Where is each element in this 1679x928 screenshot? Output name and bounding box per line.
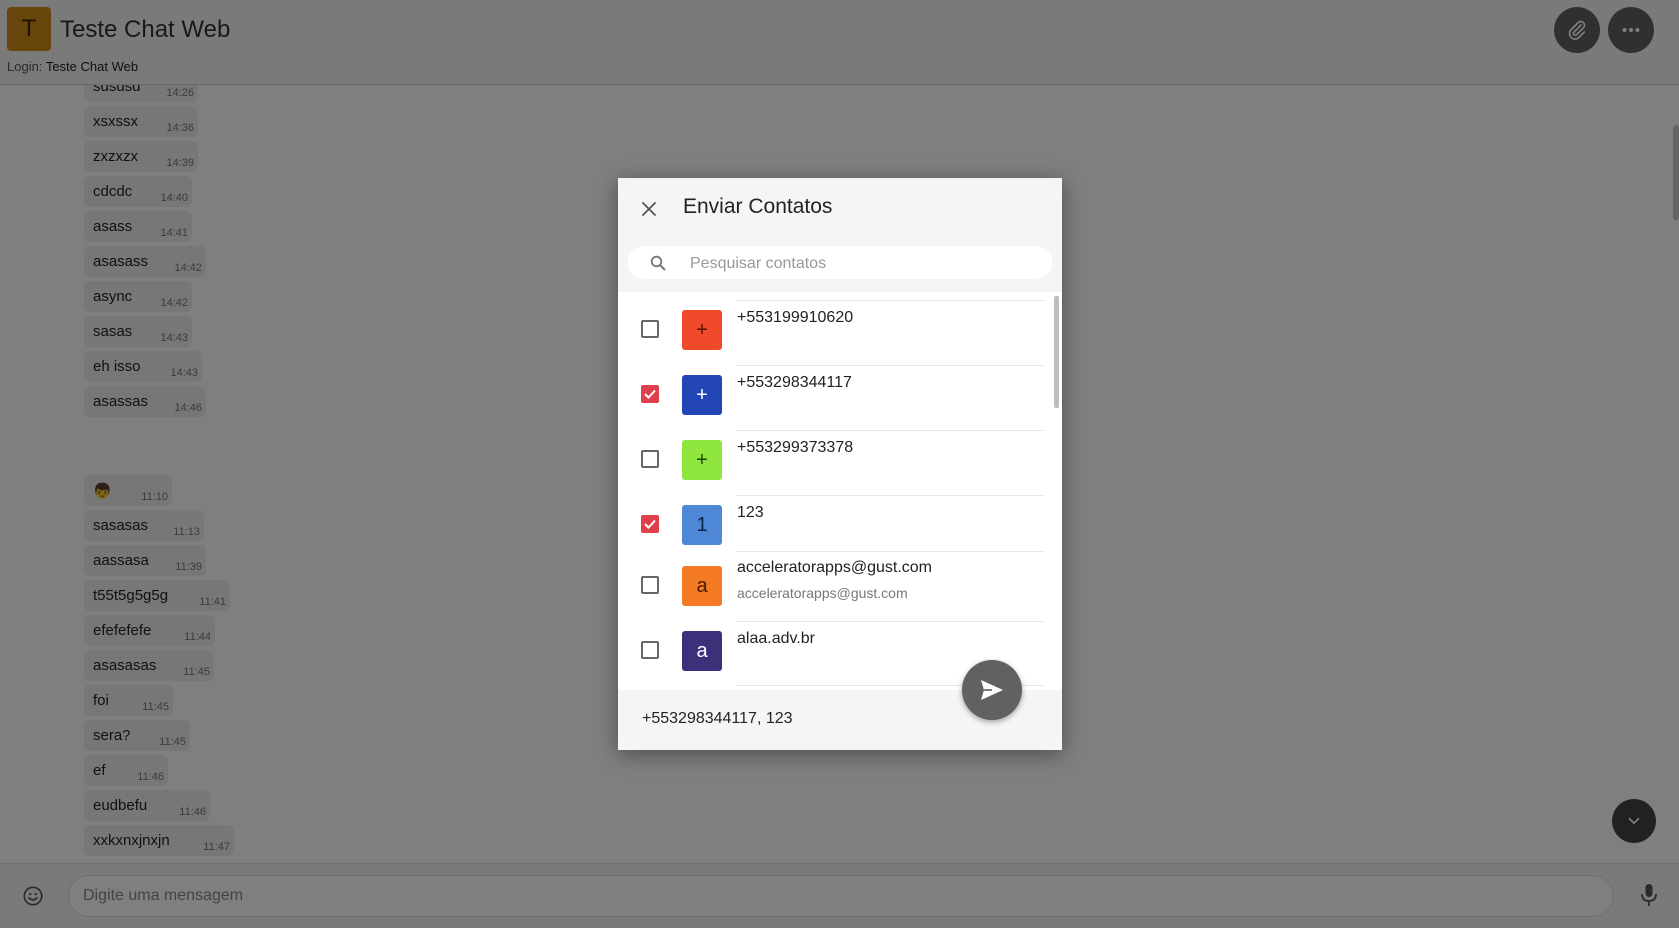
dialog-title: Enviar Contatos — [683, 195, 833, 218]
contact-row[interactable]: 1 123 — [618, 487, 1062, 547]
contact-avatar: + — [682, 310, 722, 350]
contact-name: +553199910620 — [737, 309, 854, 326]
contact-name: alaa.adv.br — [737, 630, 815, 647]
contact-row[interactable]: + +553199910620 — [618, 292, 1062, 357]
contact-row[interactable]: a acceleratorapps@gust.com acceleratorap… — [618, 547, 1062, 617]
row-divider — [737, 430, 1044, 431]
send-contacts-dialog: Enviar Contatos + +553199910620 + — [618, 178, 1062, 750]
contact-avatar: + — [682, 375, 722, 415]
contact-name: acceleratorapps@gust.com — [737, 559, 932, 576]
dialog-header: Enviar Contatos — [618, 178, 1062, 292]
close-icon — [642, 202, 656, 216]
contact-name: +553298344117 — [737, 374, 852, 391]
row-divider — [737, 551, 1044, 552]
row-divider — [737, 365, 1044, 366]
contact-name: +553299373378 — [737, 439, 854, 456]
row-divider — [737, 495, 1044, 496]
contact-checkbox[interactable] — [641, 576, 659, 594]
search-icon — [650, 255, 666, 271]
selected-contacts-summary: +553298344117, 123 — [642, 710, 793, 727]
row-divider — [737, 621, 1044, 622]
checkmark-icon — [644, 389, 656, 399]
close-button[interactable] — [637, 197, 661, 221]
checkmark-icon — [644, 519, 656, 529]
contact-row[interactable]: + +553299373378 — [618, 422, 1062, 487]
contact-list-scrollbar[interactable] — [1054, 296, 1059, 408]
contact-checkbox[interactable] — [641, 515, 659, 533]
contact-avatar: a — [682, 566, 722, 606]
contact-avatar: + — [682, 440, 722, 480]
row-divider — [737, 300, 1044, 301]
contact-search — [628, 246, 1052, 281]
contact-checkbox[interactable] — [641, 385, 659, 403]
send-contacts-button[interactable] — [962, 660, 1022, 720]
send-icon — [981, 680, 1003, 700]
contact-checkbox[interactable] — [641, 641, 659, 659]
contact-subtitle: acceleratorapps@gust.com — [737, 585, 908, 601]
contact-checkbox[interactable] — [641, 320, 659, 338]
contact-checkbox[interactable] — [641, 450, 659, 468]
contact-name: 123 — [737, 504, 764, 521]
contact-avatar: a — [682, 631, 722, 671]
contact-search-input[interactable] — [688, 246, 1042, 281]
contact-avatar: 1 — [682, 505, 722, 545]
contact-row[interactable]: + +553298344117 — [618, 357, 1062, 422]
contact-list[interactable]: + +553199910620 + +553298344117 + +55329… — [618, 292, 1062, 692]
